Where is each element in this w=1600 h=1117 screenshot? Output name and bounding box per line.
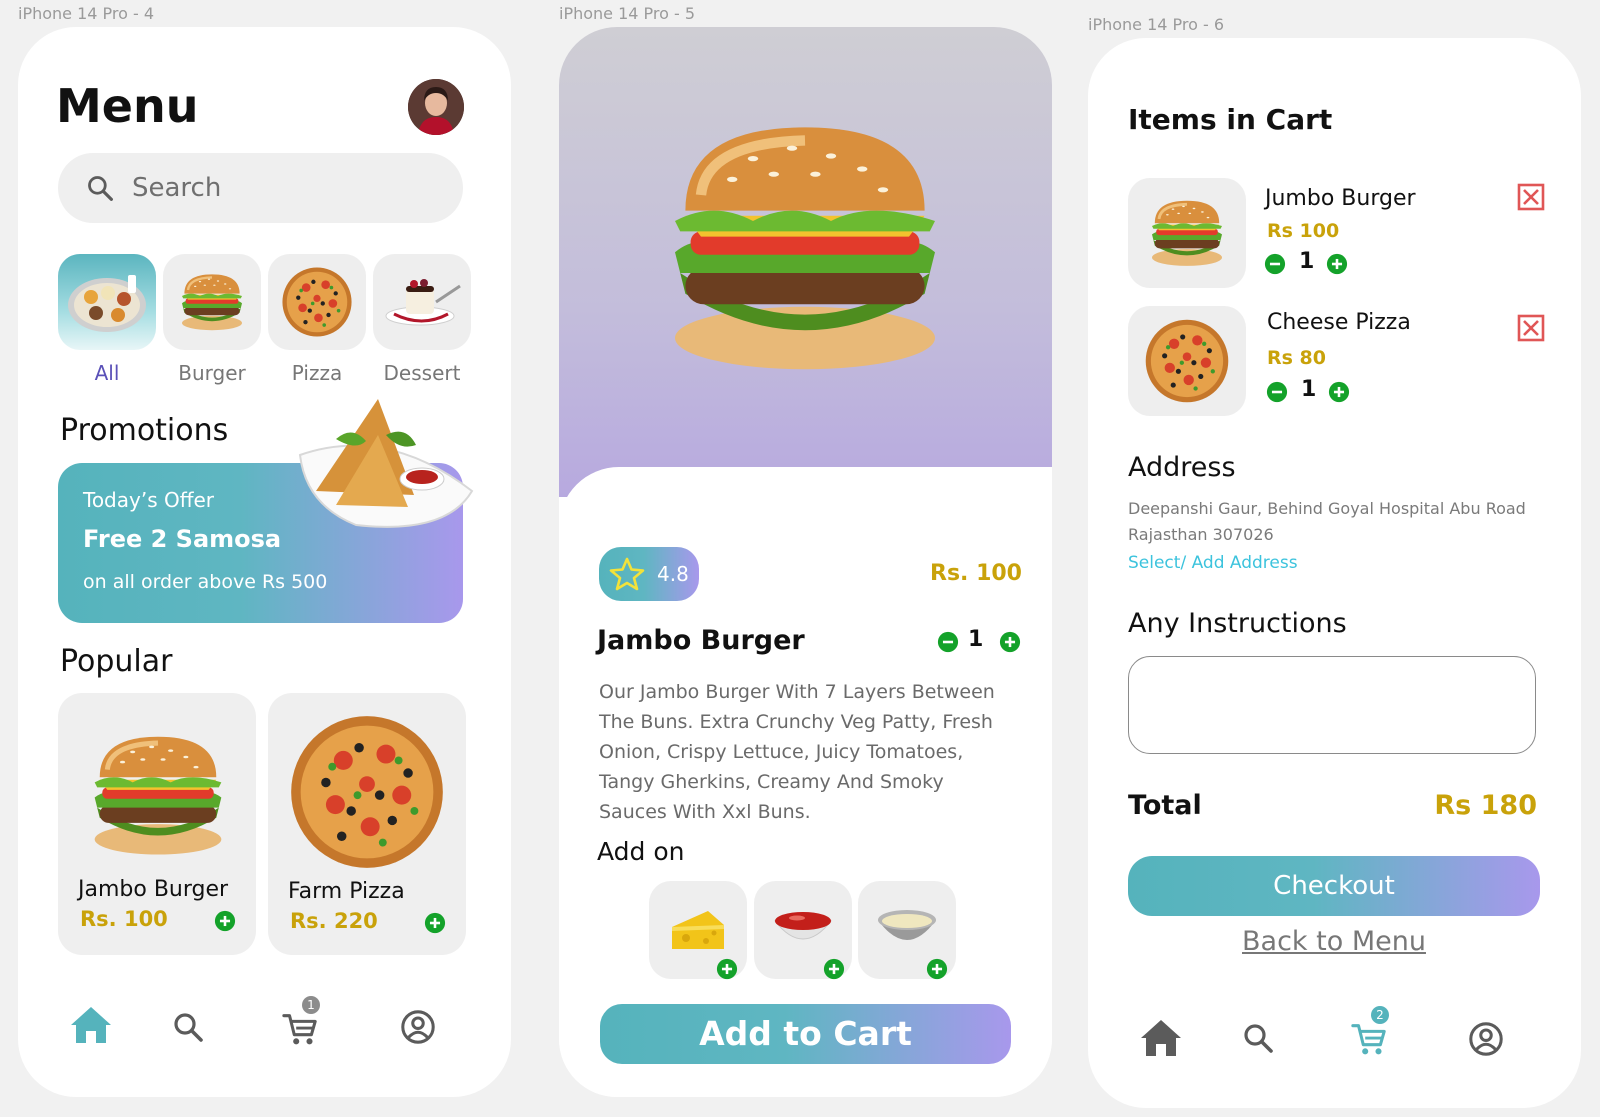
rating-badge: 4.8 — [599, 547, 699, 601]
promo-heading: Today’s Offer — [83, 488, 215, 512]
thali-image — [68, 275, 146, 332]
category-burger[interactable] — [163, 254, 261, 350]
pizza-image — [281, 266, 353, 338]
popular-card-pizza[interactable]: Farm Pizza Rs. 220 — [268, 693, 466, 955]
address-text: Deepanshi Gaur, Behind Goyal Hospital Ab… — [1128, 499, 1526, 544]
minus-icon[interactable] — [1264, 253, 1286, 275]
popular-price: Rs. 220 — [290, 909, 378, 933]
cart-icon[interactable] — [1350, 1020, 1388, 1058]
total-label: Total — [1128, 790, 1202, 821]
plus-icon[interactable] — [1328, 381, 1350, 403]
item-name: Jambo Burger — [597, 625, 805, 656]
item-price: Rs. 100 — [930, 561, 1022, 586]
frame-label-menu: iPhone 14 Pro - 4 — [18, 4, 155, 23]
cart-item-price: Rs 80 — [1267, 347, 1326, 369]
profile-icon[interactable] — [399, 1008, 437, 1046]
item-description: Our Jambo Burger With 7 Layers Between T… — [599, 681, 995, 823]
cart-screen: Items in Cart Jumbo Burger Rs 100 1 Chee… — [1088, 38, 1581, 1108]
cart-item-name: Cheese Pizza — [1267, 310, 1411, 335]
detail-screen: 4.8 Rs. 100 Jambo Burger 1 Our Jambo Bur… — [559, 27, 1052, 1097]
cart-badge: 2 — [1371, 1006, 1389, 1024]
promotions-title: Promotions — [60, 413, 229, 448]
pizza-image — [288, 713, 446, 871]
burger-image — [82, 731, 234, 859]
cart-icon[interactable] — [281, 1010, 319, 1048]
dessert-image — [385, 279, 461, 326]
instructions-field[interactable] — [1128, 656, 1536, 754]
avatar[interactable] — [408, 79, 464, 135]
cart-title: Items in Cart — [1128, 103, 1333, 136]
category-label-pizza: Pizza — [291, 361, 343, 385]
addon-title: Add on — [597, 837, 685, 866]
cart-badge: 1 — [302, 996, 320, 1014]
promo-title: Free 2 Samosa — [83, 525, 282, 553]
home-icon[interactable] — [69, 1005, 113, 1045]
category-label-dessert: Dessert — [383, 361, 461, 385]
page-title: Menu — [56, 79, 199, 133]
minus-icon[interactable] — [1266, 381, 1288, 403]
promo-subtitle: on all order above Rs 500 — [83, 571, 328, 593]
ketchup-icon — [773, 912, 833, 940]
samosa-image — [298, 399, 474, 528]
popular-name: Farm Pizza — [288, 879, 405, 904]
category-label-all: All — [94, 361, 120, 385]
category-label-burger: Burger — [178, 361, 246, 385]
add-addon-icon[interactable] — [716, 958, 738, 980]
search-icon — [86, 174, 114, 202]
quantity-value: 1 — [1299, 249, 1315, 274]
popular-card-burger[interactable]: Jambo Burger Rs. 100 — [58, 693, 256, 955]
add-addon-icon[interactable] — [926, 958, 948, 980]
rating-value: 4.8 — [657, 562, 689, 586]
remove-item-icon[interactable] — [1517, 314, 1545, 342]
category-all[interactable] — [58, 254, 156, 350]
cart-item-image — [1128, 178, 1246, 288]
mayonnaise-icon — [878, 910, 936, 940]
frame-label-detail: iPhone 14 Pro - 5 — [559, 4, 696, 23]
plus-icon[interactable] — [999, 631, 1021, 653]
select-address-link[interactable]: Select/ Add Address — [1128, 553, 1298, 573]
add-addon-icon[interactable] — [823, 958, 845, 980]
back-to-menu-link[interactable]: Back to Menu — [1128, 926, 1540, 957]
search-bar[interactable]: Search — [58, 153, 463, 223]
remove-item-icon[interactable] — [1517, 183, 1545, 211]
menu-screen: Menu Search All Burger Pizza Dessert Pro… — [18, 27, 511, 1097]
category-dessert[interactable] — [373, 254, 471, 350]
category-pizza[interactable] — [268, 254, 366, 350]
total-value: Rs 180 — [1434, 790, 1537, 821]
burger-hero-image — [645, 117, 965, 377]
instructions-title: Any Instructions — [1128, 608, 1347, 639]
burger-image — [1144, 198, 1230, 268]
quantity-value: 1 — [968, 627, 984, 652]
checkout-button[interactable]: Checkout — [1128, 856, 1540, 916]
add-icon[interactable] — [214, 910, 236, 932]
frame-label-cart: iPhone 14 Pro - 6 — [1088, 15, 1225, 34]
detail-sheet: 4.8 Rs. 100 Jambo Burger 1 Our Jambo Bur… — [559, 467, 1052, 1097]
minus-icon[interactable] — [937, 631, 959, 653]
address-title: Address — [1128, 452, 1236, 483]
cheese-icon — [672, 911, 724, 949]
search-icon[interactable] — [172, 1011, 204, 1043]
home-icon[interactable] — [1139, 1018, 1183, 1058]
cart-item-image — [1128, 306, 1246, 416]
cart-item-price: Rs 100 — [1267, 220, 1340, 242]
add-icon[interactable] — [424, 912, 446, 934]
pizza-image — [1144, 318, 1230, 404]
popular-name: Jambo Burger — [78, 877, 229, 902]
add-to-cart-button[interactable]: Add to Cart — [600, 1004, 1011, 1064]
profile-icon[interactable] — [1467, 1020, 1505, 1058]
plus-icon[interactable] — [1326, 253, 1348, 275]
burger-image — [176, 272, 248, 332]
popular-title: Popular — [60, 644, 173, 679]
star-icon — [609, 557, 645, 591]
cart-item-name: Jumbo Burger — [1265, 186, 1416, 211]
search-icon[interactable] — [1242, 1022, 1274, 1054]
search-input[interactable]: Search — [132, 173, 221, 203]
quantity-value: 1 — [1301, 377, 1317, 402]
popular-price: Rs. 100 — [80, 907, 168, 931]
